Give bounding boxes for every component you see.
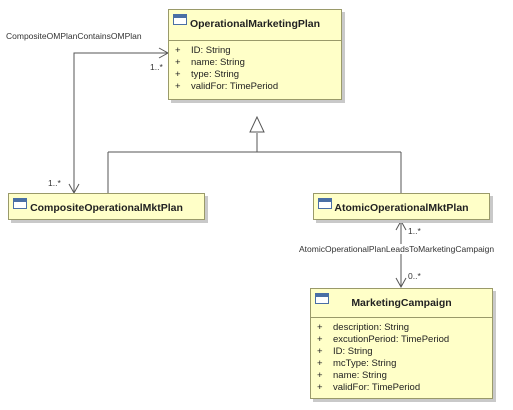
attribute: + description: String bbox=[317, 322, 410, 333]
attribute: + ID: String bbox=[317, 346, 373, 357]
class-icon bbox=[13, 198, 27, 209]
class-operational-marketing-plan[interactable]: OperationalMarketingPlan + ID: String + na… bbox=[168, 9, 342, 100]
class-composite-operational-mkt-plan[interactable]: CompositeOperationalMktPlan bbox=[8, 193, 205, 220]
multiplicity-composite-contains-source: 1..* bbox=[150, 62, 163, 72]
attribute: + name: String bbox=[317, 370, 387, 381]
class-name: CompositeOperationalMktPlan bbox=[30, 202, 183, 214]
class-name: AtomicOperationalMktPlan bbox=[334, 202, 469, 214]
class-header: AtomicOperationalMktPlan bbox=[314, 194, 489, 219]
association-composite-contains-line bbox=[73, 52, 168, 193]
multiplicity-leads-to-target: 0..* bbox=[408, 271, 421, 281]
attribute-list: + ID: String + name: String + type: String … bbox=[169, 41, 341, 93]
multiplicity-composite-contains-target: 1..* bbox=[48, 178, 61, 188]
generalization-arrowhead bbox=[249, 115, 265, 133]
association-name-leads-to: AtomicOperationalPlanLeadsToMarketingCam… bbox=[299, 244, 495, 254]
class-icon bbox=[315, 293, 329, 304]
attribute: + mcType: String bbox=[317, 358, 397, 369]
class-atomic-operational-mkt-plan[interactable]: AtomicOperationalMktPlan bbox=[313, 193, 490, 220]
attribute: + validFor: TimePeriod bbox=[175, 81, 279, 92]
attribute: + ID: String bbox=[175, 45, 231, 56]
attribute: + name: String bbox=[175, 57, 245, 68]
class-icon bbox=[173, 14, 187, 25]
class-header: CompositeOperationalMktPlan bbox=[9, 194, 204, 219]
class-name: MarketingCampaign bbox=[351, 297, 452, 309]
attribute: + excutionPeriod: TimePeriod bbox=[317, 334, 450, 345]
class-header: OperationalMarketingPlan bbox=[169, 10, 341, 40]
class-icon bbox=[318, 198, 332, 209]
attribute: + type: String bbox=[175, 69, 240, 80]
class-name: OperationalMarketingPlan bbox=[189, 18, 321, 30]
class-header: MarketingCampaign bbox=[311, 289, 492, 317]
class-marketing-campaign[interactable]: MarketingCampaign + description: String +… bbox=[310, 288, 493, 399]
attribute: + validFor: TimePeriod bbox=[317, 382, 421, 393]
association-name-composite-contains: CompositeOMPlanContainsOMPlan bbox=[6, 31, 142, 41]
multiplicity-leads-to-source: 1..* bbox=[408, 226, 421, 236]
attribute-list: + description: String + excutionPeriod: Ti… bbox=[311, 318, 492, 394]
